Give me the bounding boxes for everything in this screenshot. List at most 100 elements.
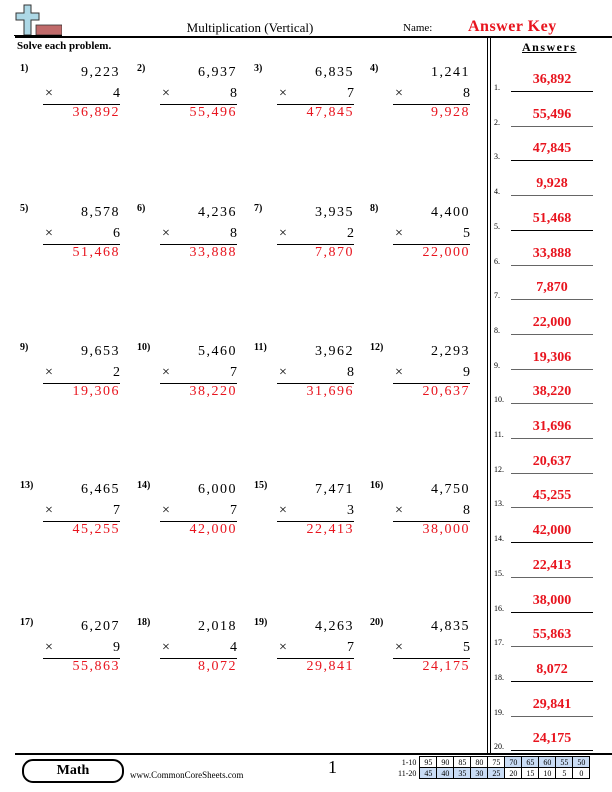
multiplier-row: × 8: [160, 86, 237, 105]
answer-value: 51,468: [511, 211, 593, 231]
answer-value: 38,000: [511, 593, 593, 613]
times-icon: ×: [395, 226, 403, 241]
problem-number: 19): [254, 617, 268, 628]
score-cell: 75: [487, 756, 506, 768]
multiplicand: 8,578: [81, 205, 120, 220]
multiplier: 2: [113, 365, 120, 380]
multiplier-row: × 4: [43, 86, 120, 105]
problem-number: 20): [370, 617, 384, 628]
score-cell: 90: [436, 756, 455, 768]
score-cell: 70: [504, 756, 523, 768]
score-cell: 50: [572, 756, 591, 768]
problem: 4) 1,241 × 8 9,928: [370, 63, 470, 123]
answer-row: 15. 22,413: [494, 558, 604, 580]
score-cell: 5: [555, 767, 574, 779]
answer-row: 16. 38,000: [494, 593, 604, 615]
problem: 9) 9,653 × 2 19,306: [20, 342, 120, 402]
times-icon: ×: [279, 86, 287, 101]
multiplier: 8: [230, 226, 237, 241]
multiplier-row: × 9: [393, 365, 470, 384]
multiplier-row: × 7: [160, 365, 237, 384]
times-icon: ×: [45, 503, 53, 518]
answer-value: 55,863: [511, 628, 593, 648]
problem: 15) 7,471 × 3 22,413: [254, 480, 354, 540]
multiplier: 7: [347, 640, 354, 655]
score-cell: 30: [470, 767, 489, 779]
problem: 6) 4,236 × 8 33,888: [137, 203, 237, 263]
score-cell: 35: [453, 767, 472, 779]
problem-number: 9): [20, 342, 29, 353]
answer-row: 19. 29,841: [494, 697, 604, 719]
multiplicand: 2,018: [198, 619, 237, 634]
problem: 16) 4,750 × 8 38,000: [370, 480, 470, 540]
score-cell: 45: [419, 767, 438, 779]
answer-value: 42,000: [511, 524, 593, 544]
multiplier: 2: [347, 226, 354, 241]
multiplier: 9: [463, 365, 470, 380]
problem: 3) 6,835 × 7 47,845: [254, 63, 354, 123]
times-icon: ×: [395, 503, 403, 518]
answer-value: 22,000: [511, 315, 593, 335]
product-answer: 55,863: [72, 659, 120, 674]
times-icon: ×: [279, 226, 287, 241]
answer-row: 12. 20,637: [494, 454, 604, 476]
multiplier: 4: [230, 640, 237, 655]
multiplicand: 6,000: [198, 482, 237, 497]
answer-row: 7. 7,870: [494, 281, 604, 302]
multiplier: 6: [113, 226, 120, 241]
answer-number: 20.: [494, 742, 504, 752]
multiplicand: 7,471: [315, 482, 354, 497]
times-icon: ×: [279, 503, 287, 518]
answer-number: 6.: [494, 256, 500, 266]
answer-column-divider: [487, 38, 491, 753]
product-answer: 45,255: [72, 522, 120, 537]
times-icon: ×: [45, 86, 53, 101]
instructions: Solve each problem.: [17, 40, 112, 52]
answer-row: 11. 31,696: [494, 420, 604, 441]
answer-number: 17.: [494, 638, 504, 648]
answer-number: 9.: [494, 360, 500, 370]
product-answer: 19,306: [72, 384, 120, 399]
answers-heading: Answers: [522, 40, 577, 54]
multiplicand: 1,241: [431, 65, 470, 80]
score-cell: 65: [521, 756, 540, 768]
problem: 12) 2,293 × 9 20,637: [370, 342, 470, 402]
problem: 17) 6,207 × 9 55,863: [20, 617, 120, 677]
product-answer: 8,072: [198, 659, 237, 674]
multiplicand: 6,465: [81, 482, 120, 497]
answer-number: 2.: [494, 117, 500, 127]
answer-row: 18. 8,072: [494, 662, 604, 684]
problem: 20) 4,835 × 5 24,175: [370, 617, 470, 677]
multiplier-row: × 4: [160, 640, 237, 659]
answer-value: 8,072: [511, 662, 593, 682]
product-answer: 55,496: [189, 105, 237, 120]
multiplicand: 9,223: [81, 65, 120, 80]
problem-number: 7): [254, 203, 263, 214]
answer-number: 12.: [494, 464, 504, 474]
score-row-label: 1-10: [401, 757, 417, 767]
score-cell: 80: [470, 756, 489, 768]
answer-value: 47,845: [511, 142, 593, 162]
multiplier-row: × 7: [43, 503, 120, 522]
site-url: www.CommonCoreSheets.com: [130, 770, 244, 780]
answer-value: 55,496: [511, 107, 593, 127]
answer-row: 9. 19,306: [494, 350, 604, 372]
product-answer: 31,696: [306, 384, 354, 399]
multiplier-row: × 8: [277, 365, 354, 384]
multiplicand: 5,460: [198, 344, 237, 359]
problem: 11) 3,962 × 8 31,696: [254, 342, 354, 402]
answer-row: 4. 9,928: [494, 177, 604, 198]
times-icon: ×: [45, 365, 53, 380]
multiplicand: 4,263: [315, 619, 354, 634]
product-answer: 42,000: [189, 522, 237, 537]
times-icon: ×: [162, 86, 170, 101]
answer-number: 1.: [494, 83, 500, 92]
multiplier-row: × 8: [393, 86, 470, 105]
problem-number: 5): [20, 203, 29, 214]
answer-row: 3. 47,845: [494, 142, 604, 163]
product-answer: 33,888: [189, 245, 237, 260]
multiplicand: 4,400: [431, 205, 470, 220]
times-icon: ×: [162, 226, 170, 241]
answer-row: 20. 24,175: [494, 732, 604, 753]
multiplier: 5: [463, 640, 470, 655]
